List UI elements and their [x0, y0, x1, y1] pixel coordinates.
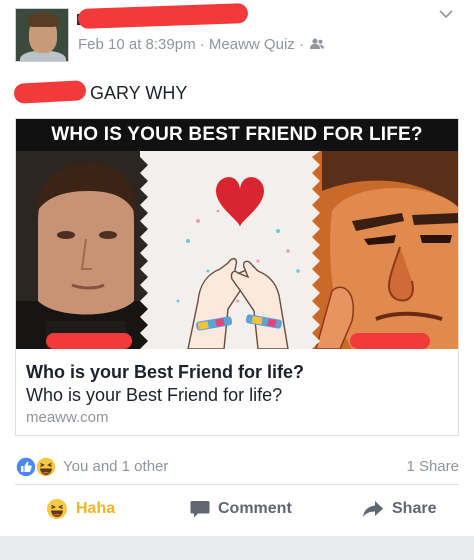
zigzag-divider-left	[140, 151, 154, 349]
link-domain: meaww.com	[26, 409, 109, 426]
comment-icon	[190, 501, 210, 518]
author-avatar[interactable]	[15, 8, 69, 62]
center-heart-pane	[148, 151, 326, 349]
zigzag-divider-right	[306, 151, 320, 349]
haha-button[interactable]: Haha	[46, 496, 115, 522]
post-meta: Feb 10 at 8:39pm · Meaww Quiz ·	[78, 36, 325, 53]
share-label: Share	[392, 500, 437, 517]
like-icon	[15, 456, 37, 478]
meta-separator-2: ·	[298, 36, 304, 53]
chevron-down-icon[interactable]	[438, 6, 454, 22]
share-arrow-icon	[363, 501, 383, 517]
post-header: E Feb 10 at 8:39pm · Meaww Quiz ·	[0, 0, 474, 70]
link-image[interactable]: WHO IS YOUR BEST FRIEND FOR LIFE?	[16, 119, 458, 349]
image-banner: WHO IS YOUR BEST FRIEND FOR LIFE?	[16, 119, 458, 151]
avatar-hair	[27, 13, 59, 27]
divider	[15, 484, 459, 485]
haha-icon	[35, 456, 57, 478]
message-redaction	[13, 80, 87, 104]
right-name-redaction	[350, 333, 430, 349]
reactions-text[interactable]: You and 1 other	[63, 458, 168, 475]
comment-label: Comment	[218, 500, 292, 517]
action-bar: Haha Comment Share	[0, 490, 474, 528]
share-count[interactable]: 1 Share	[406, 458, 459, 475]
link-title[interactable]: Who is your Best Friend for life?	[26, 361, 448, 383]
reactions-summary: You and 1 other 1 Share	[15, 454, 459, 480]
message-text: GARY WHY	[90, 83, 188, 103]
name-redaction	[77, 3, 249, 29]
haha-icon	[47, 499, 67, 519]
left-name-redaction	[46, 333, 132, 349]
comment-button[interactable]: Comment	[190, 496, 292, 522]
link-description: Who is your Best Friend for life?	[26, 385, 283, 405]
timestamp[interactable]: Feb 10 at 8:39pm	[78, 36, 196, 53]
link-card[interactable]: WHO IS YOUR BEST FRIEND FOR LIFE? Who is…	[15, 118, 459, 436]
left-character-pane	[16, 151, 158, 349]
link-card-body[interactable]: Who is your Best Friend for life? Who is…	[16, 349, 458, 435]
right-character-pane	[312, 151, 458, 349]
reaction-icons[interactable]	[15, 456, 59, 478]
app-name[interactable]: Meaww Quiz	[209, 36, 295, 53]
share-button[interactable]: Share	[362, 496, 436, 522]
people-icon	[310, 38, 325, 49]
meta-separator: ·	[199, 36, 205, 53]
haha-label: Haha	[76, 500, 116, 517]
feed-separator	[0, 536, 474, 560]
